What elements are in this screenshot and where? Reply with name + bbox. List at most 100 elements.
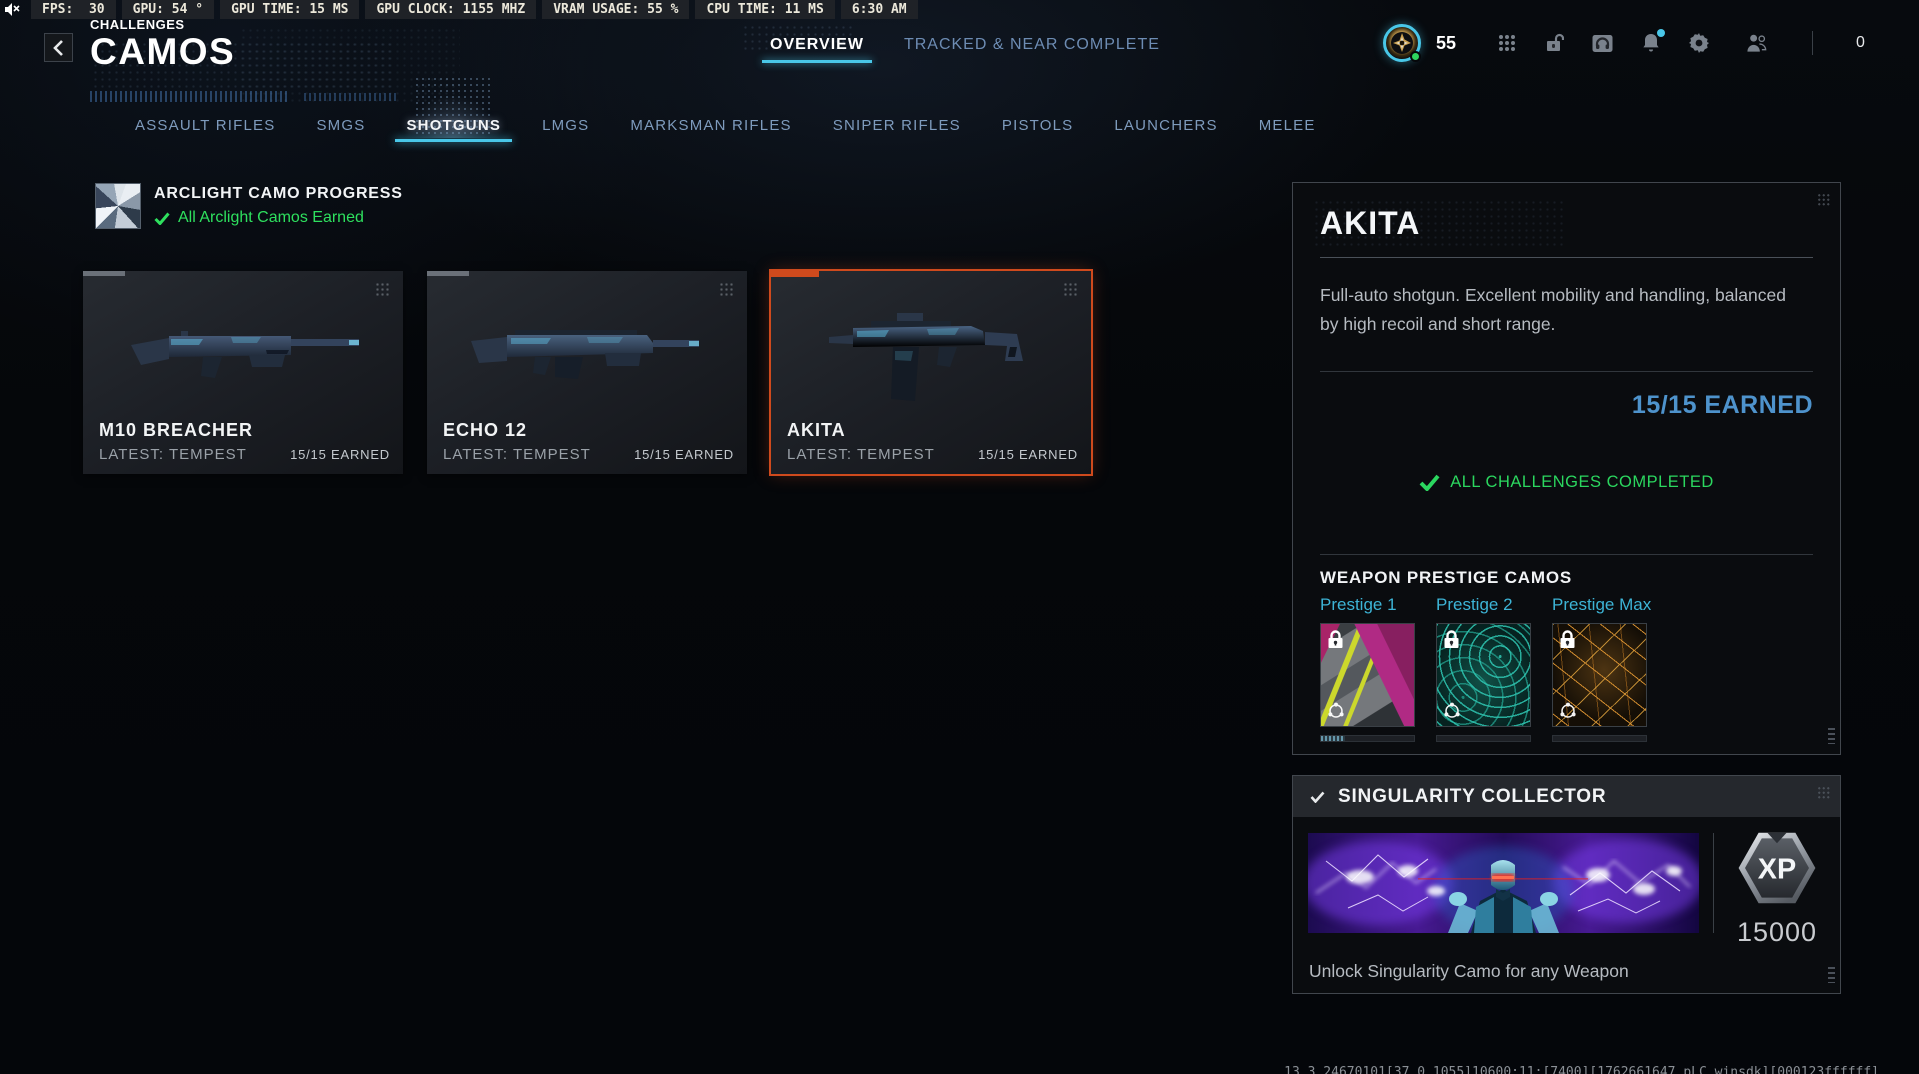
header-divider bbox=[1812, 31, 1814, 55]
view-tabs: OVERVIEW TRACKED & NEAR COMPLETE bbox=[762, 36, 1160, 63]
camos-screen: FPS: 30 GPU: 54 ° GPU TIME: 15 MS GPU CL… bbox=[0, 0, 1919, 1074]
tab-overview[interactable]: OVERVIEW bbox=[762, 36, 872, 63]
detail-divider bbox=[1320, 371, 1813, 372]
singularity-title: SINGULARITY COLLECTOR bbox=[1338, 785, 1607, 807]
prestige-1-camo-tile[interactable] bbox=[1320, 623, 1415, 727]
tab-pistols[interactable]: PISTOLS bbox=[1002, 117, 1073, 134]
tab-lmgs[interactable]: LMGS bbox=[542, 117, 589, 134]
unlock-icon[interactable] bbox=[1544, 33, 1565, 54]
tab-melee[interactable]: MELEE bbox=[1259, 117, 1316, 134]
prestige-1-column: Prestige 1 bbox=[1320, 595, 1415, 742]
card-corner-tab bbox=[427, 271, 469, 276]
weapon-card-list: M10 BREACHER LATEST: TEMPEST 15/15 EARNE… bbox=[83, 271, 1091, 474]
weapon-class-tabs: ASSAULT RIFLES SMGS SHOTGUNS LMGS MARKSM… bbox=[135, 117, 1316, 142]
card-grid-dots-icon bbox=[719, 282, 734, 297]
check-icon bbox=[1419, 474, 1440, 491]
check-icon bbox=[154, 212, 170, 225]
cpu-time: CPU TIME: 11 MS bbox=[695, 0, 835, 19]
weapon-card-echo-12[interactable]: ECHO 12 LATEST: TEMPEST 15/15 EARNED bbox=[427, 271, 747, 474]
singularity-banner-art bbox=[1308, 833, 1699, 933]
tab-marksman-rifles[interactable]: MARKSMAN RIFLES bbox=[630, 117, 791, 134]
tab-overview-label: OVERVIEW bbox=[770, 36, 864, 53]
tab-assault-rifles[interactable]: ASSAULT RIFLES bbox=[135, 117, 275, 134]
prestige-2-camo-tile[interactable] bbox=[1436, 623, 1531, 727]
title-block: CHALLENGES CAMOS bbox=[90, 17, 460, 105]
weapon-latest-camo: LATEST: TEMPEST bbox=[443, 446, 591, 463]
menu-grid-icon[interactable] bbox=[1496, 33, 1517, 54]
weapon-name: ECHO 12 bbox=[443, 420, 528, 440]
weapon-card-akita[interactable]: AKITA LATEST: TEMPEST 15/15 EARNED bbox=[771, 271, 1091, 474]
tab-smgs[interactable]: SMGS bbox=[316, 117, 365, 134]
arclight-camo-thumbnail bbox=[95, 183, 141, 229]
card-corner-tab bbox=[83, 271, 125, 276]
weapon-latest-camo: LATEST: TEMPEST bbox=[99, 446, 247, 463]
panel-grid-dots-icon bbox=[1817, 786, 1830, 799]
card-grid-dots-icon bbox=[375, 282, 390, 297]
title-dot-decoration-2 bbox=[240, 27, 460, 105]
prestige-camo-row: Prestige 1 Prestige 2 Prestige Max bbox=[1320, 595, 1652, 742]
weapon-name: AKITA bbox=[787, 420, 846, 440]
prestige-max-column: Prestige Max bbox=[1552, 595, 1652, 742]
detail-title-rule bbox=[1320, 257, 1813, 258]
reward-divider bbox=[1713, 833, 1714, 933]
xp-reward: XP 15000 bbox=[1725, 824, 1829, 948]
lock-icon bbox=[1328, 630, 1343, 648]
weapon-image-m10-breacher bbox=[131, 331, 359, 378]
social-icon[interactable] bbox=[1746, 33, 1767, 54]
clock: 6:30 AM bbox=[840, 0, 918, 19]
tab-tracked-label: TRACKED & NEAR COMPLETE bbox=[903, 36, 1160, 53]
gpu-time: GPU TIME: 15 MS bbox=[220, 0, 360, 19]
breadcrumb: CHALLENGES bbox=[90, 17, 185, 32]
weapon-earned-count: 15/15 EARNED bbox=[978, 447, 1078, 462]
prestige-2-label: Prestige 2 bbox=[1436, 595, 1513, 614]
detail-divider-2 bbox=[1320, 554, 1813, 555]
singularity-collector-panel: SINGULARITY COLLECTOR XP 15000 Unlock Si… bbox=[1292, 775, 1841, 994]
online-status-dot bbox=[1410, 51, 1421, 62]
weapon-image-akita bbox=[829, 313, 1023, 401]
tab-launchers[interactable]: LAUNCHERS bbox=[1114, 117, 1217, 134]
notification-badge bbox=[1657, 28, 1666, 37]
lock-icon bbox=[1560, 630, 1575, 648]
scroll-indicator[interactable] bbox=[1828, 967, 1835, 983]
weapon-detail-panel: AKITA Full-auto shotgun. Excellent mobil… bbox=[1292, 182, 1841, 755]
tab-shotguns[interactable]: SHOTGUNS bbox=[395, 117, 512, 142]
xp-badge-label: XP bbox=[1758, 853, 1796, 885]
detail-earned-count: 15/15 EARNED bbox=[1631, 391, 1813, 419]
check-icon bbox=[1310, 791, 1325, 803]
notifications-icon[interactable] bbox=[1640, 28, 1666, 54]
tab-sniper-rifles[interactable]: SNIPER RIFLES bbox=[833, 117, 961, 134]
player-emblem[interactable] bbox=[1383, 24, 1421, 62]
chevron-left-icon bbox=[53, 39, 63, 56]
camo-category-icon bbox=[1560, 702, 1576, 718]
gpu-clock: GPU CLOCK: 1155 MHZ bbox=[365, 0, 537, 19]
scroll-indicator[interactable] bbox=[1828, 728, 1835, 744]
header-icon-row: 0 bbox=[1496, 28, 1865, 55]
back-button[interactable] bbox=[44, 33, 73, 62]
detail-weapon-description: Full-auto shotgun. Excellent mobility an… bbox=[1320, 285, 1786, 334]
panel-grid-dots-icon bbox=[1817, 193, 1830, 206]
weapon-card-m10-breacher[interactable]: M10 BREACHER LATEST: TEMPEST 15/15 EARNE… bbox=[83, 271, 403, 474]
weapon-earned-count: 15/15 EARNED bbox=[634, 447, 734, 462]
page-title: CAMOS bbox=[90, 31, 236, 72]
card-corner-tab-selected bbox=[771, 271, 819, 277]
capture-icon[interactable] bbox=[1592, 33, 1613, 54]
xp-reward-value: 15000 bbox=[1736, 917, 1818, 947]
player-level: 55 bbox=[1436, 32, 1457, 53]
build-version: 13.3.24670101[37.0.1055]10600:11:[7400][… bbox=[1284, 1065, 1879, 1074]
singularity-description: Unlock Singularity Camo for any Weapon bbox=[1309, 961, 1629, 981]
tab-tracked-near-complete[interactable]: TRACKED & NEAR COMPLETE bbox=[904, 36, 1160, 54]
prestige-1-progress-bar bbox=[1320, 735, 1415, 742]
social-count: 0 bbox=[1856, 34, 1865, 51]
prestige-max-camo-tile[interactable] bbox=[1552, 623, 1647, 727]
arclight-progress: ARCLIGHT CAMO PROGRESS All Arclight Camo… bbox=[95, 183, 403, 229]
prestige-1-label: Prestige 1 bbox=[1320, 595, 1397, 614]
prestige-camos-title: WEAPON PRESTIGE CAMOS bbox=[1320, 568, 1572, 587]
settings-icon[interactable] bbox=[1688, 33, 1709, 54]
lock-icon bbox=[1444, 630, 1459, 648]
header-right: 55 0 bbox=[1383, 24, 1865, 62]
card-grid-dots-icon bbox=[1063, 282, 1078, 297]
arclight-title: ARCLIGHT CAMO PROGRESS bbox=[154, 185, 403, 202]
vram-usage: VRAM USAGE: 55 % bbox=[542, 0, 690, 19]
camo-category-icon bbox=[1328, 702, 1344, 718]
prestige-max-label: Prestige Max bbox=[1552, 595, 1652, 614]
